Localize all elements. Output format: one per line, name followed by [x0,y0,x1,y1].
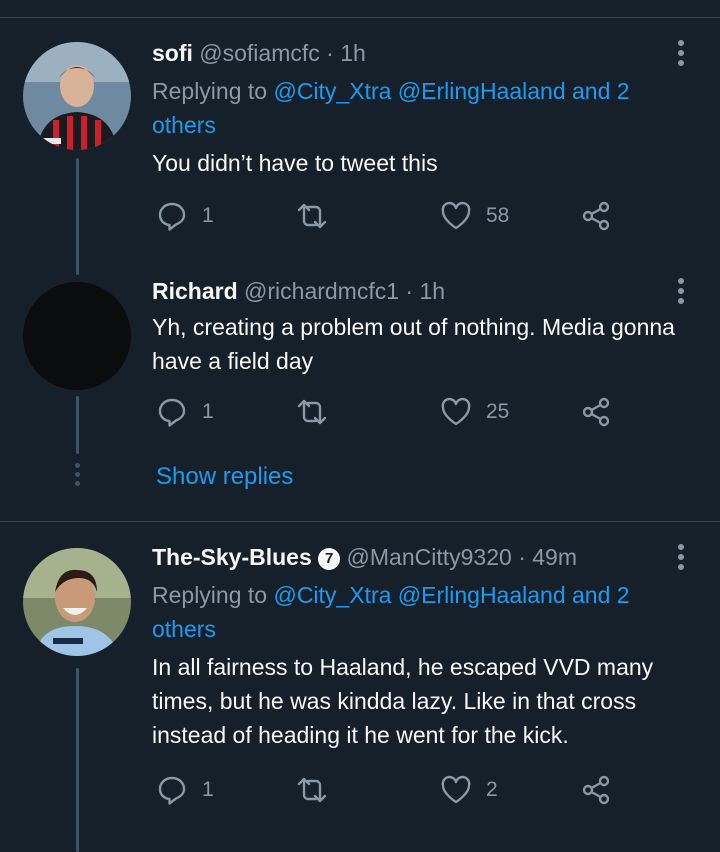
like-icon [441,775,471,804]
reply-button[interactable]: 1 [156,200,214,232]
tweet-richard[interactable]: Richard @richardmcfc1 · 1h Yh, creating … [0,262,720,462]
reply-button[interactable]: 1 [156,396,214,428]
reply-count: 1 [202,400,214,423]
tweet-text: In all fairness to Haaland, he escaped V… [152,654,654,748]
reply-icon [158,776,186,805]
share-button[interactable] [580,200,612,232]
reply-icon [158,202,186,231]
action-bar: 1 2 [152,774,632,814]
more-icon[interactable] [676,544,686,574]
replying-prefix: Replying to [152,78,268,104]
replying-to: Replying to @City_Xtra @ErlingHaaland an… [152,74,680,142]
tweet-the-sky-blues[interactable]: The-Sky-Blues 7 @ManCitty9320 · 49m Repl… [0,522,720,852]
like-icon [441,201,471,230]
action-bar: 1 25 [152,396,632,436]
more-icon[interactable] [676,40,686,70]
replying-to: Replying to @City_Xtra @ErlingHaaland an… [152,578,680,646]
display-name[interactable]: Richard [152,278,238,304]
tweet-text: Yh, creating a problem out of nothing. M… [152,314,675,374]
action-bar: 1 58 [152,200,632,240]
display-name[interactable]: sofi [152,40,193,66]
share-button[interactable] [580,396,612,428]
thread-line [76,396,79,454]
like-count: 25 [486,400,510,423]
tweet-header: sofi @sofiamcfc · 1h [152,38,680,68]
retweet-button[interactable] [296,396,328,428]
timestamp[interactable]: · 49m [518,544,577,570]
like-count: 58 [486,204,510,227]
tweet-text: You didn’t have to tweet this [152,150,438,176]
tweet-header: Richard @richardmcfc1 · 1h [152,276,680,306]
thread-line [76,668,79,852]
like-icon [441,397,471,426]
timestamp[interactable]: · 1h [326,40,366,66]
like-button[interactable]: 58 [440,200,509,232]
like-button[interactable]: 25 [440,396,509,428]
like-count: 2 [486,778,498,801]
share-icon [582,775,610,805]
handle[interactable]: @ManCitty9320 [347,544,512,570]
avatar[interactable] [23,282,131,390]
display-name[interactable]: The-Sky-Blues [152,544,312,570]
more-icon[interactable] [676,278,686,308]
tweet-header: The-Sky-Blues 7 @ManCitty9320 · 49m [152,542,680,572]
reply-count: 1 [202,204,214,227]
reply-icon [158,398,186,427]
retweet-button[interactable] [296,774,328,806]
retweet-icon [297,777,327,803]
handle[interactable]: @sofiamcfc [199,40,319,66]
avatar[interactable] [23,548,131,656]
share-icon [582,201,610,231]
more-replies-dots [73,463,81,490]
handle[interactable]: @richardmcfc1 [244,278,399,304]
share-button[interactable] [580,774,612,806]
share-icon [582,397,610,427]
retweet-button[interactable] [296,200,328,232]
like-button[interactable]: 2 [440,774,498,806]
thread-line [76,158,79,275]
avatar[interactable] [23,42,131,150]
timestamp[interactable]: · 1h [405,278,445,304]
retweet-icon [297,203,327,229]
reply-button[interactable]: 1 [156,774,214,806]
replying-prefix: Replying to [152,582,268,608]
show-replies-link[interactable]: Show replies [156,463,293,491]
retweet-icon [297,399,327,425]
badge-icon: 7 [318,548,341,570]
reply-count: 1 [202,778,214,801]
tweet-sofi[interactable]: sofi @sofiamcfc · 1h Replying to @City_X… [0,18,720,278]
